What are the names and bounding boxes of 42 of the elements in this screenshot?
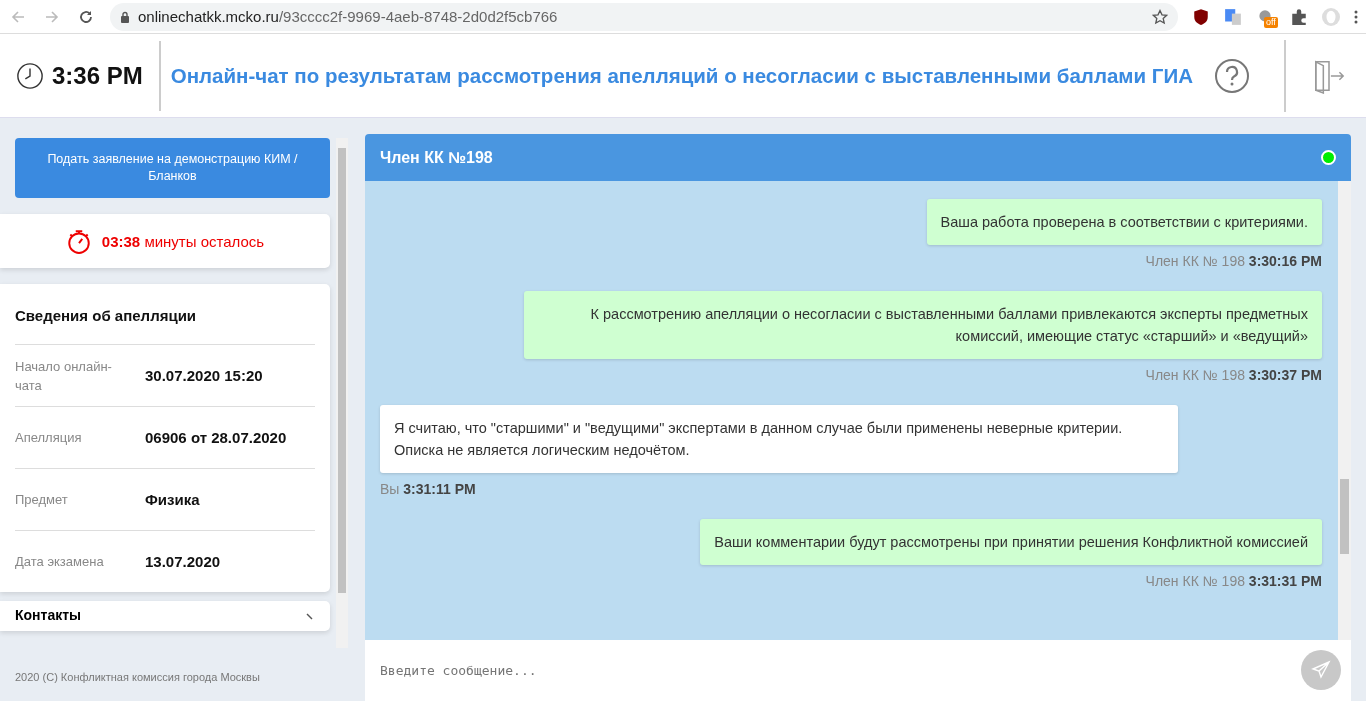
message-meta: Член КК № 198 3:30:16 PM (1145, 253, 1322, 269)
demo-request-button[interactable]: Подать заявление на демонстрацию КИМ / Бланков (15, 138, 330, 198)
shield-icon[interactable] (1192, 7, 1210, 26)
forward-icon[interactable] (44, 8, 60, 25)
field-label: Начало онлайн-чата (15, 357, 113, 395)
url-text: onlinechatkk.mcko.ru/93cccc2f-9969-4aeb-8748-2d0d2f5cb766 (138, 8, 559, 25)
help-icon[interactable] (1214, 57, 1250, 94)
scrollbar[interactable] (336, 138, 348, 648)
contacts-title: Контакты (15, 607, 81, 623)
field-label: Предмет (15, 491, 69, 509)
message-bubble: К рассмотрению апелляции о несогласии с выставленными баллами привлекаются эксперты предметных комиссий, имеющие статус «старший» и «ведущий» (524, 291, 1322, 359)
send-icon (1311, 660, 1331, 680)
address-bar[interactable]: onlinechatkk.mcko.ru/93cccc2f-9969-4aeb-8748-2d0d2f5cb766 (110, 2, 1178, 31)
chat-title: Член КК №198 (380, 148, 493, 167)
stopwatch-icon (65, 228, 92, 254)
contacts-card[interactable]: Контакты (0, 601, 330, 631)
star-icon[interactable] (1152, 8, 1168, 25)
field-value: 06906 от 28.07.2020 (145, 429, 287, 446)
clock-icon (16, 61, 44, 90)
extension-badge: off (1264, 16, 1278, 28)
message-bubble: Я считаю, что "старшими" и "ведущими" экспертами в данном случае были применены неверные критерии. Описка не является логическим недочётом. (380, 405, 1178, 473)
time-remaining: 03:38 минуты осталось (101, 232, 265, 250)
message-meta: Вы 3:31:11 PM (380, 481, 476, 497)
translate-icon[interactable] (1224, 7, 1242, 26)
current-time: 3:36 PM (52, 61, 143, 90)
chat-scrollbar[interactable] (1338, 181, 1351, 640)
message-bubble: Ваша работа проверена в соответствии с критериями. (926, 199, 1322, 245)
page-title: Онлайн-чат по результатам рассмотрения апелляций о несогласии с выставленными баллами ГИА (170, 63, 1194, 88)
back-icon[interactable] (10, 8, 26, 25)
reload-icon[interactable] (78, 8, 94, 25)
message-meta: Член КК № 198 3:31:31 PM (1145, 573, 1322, 589)
message-bubble: Ваши комментарии будут рассмотрены при принятии решения Конфликтной комиссией (700, 519, 1322, 565)
field-label: Дата экзамена (15, 553, 105, 571)
field-value: Физика (145, 491, 200, 508)
field-value: 13.07.2020 (145, 553, 221, 570)
field-label: Апелляция (15, 429, 83, 447)
puzzle-icon[interactable] (1290, 7, 1308, 26)
lock-icon (120, 10, 130, 23)
message-input[interactable]: Введите сообщение... (365, 640, 1351, 701)
field-value: 30.07.2020 15:20 (145, 367, 263, 384)
card-title: Сведения об апелляции (15, 292, 315, 345)
message-meta: Член КК № 198 3:30:37 PM (1145, 367, 1322, 383)
